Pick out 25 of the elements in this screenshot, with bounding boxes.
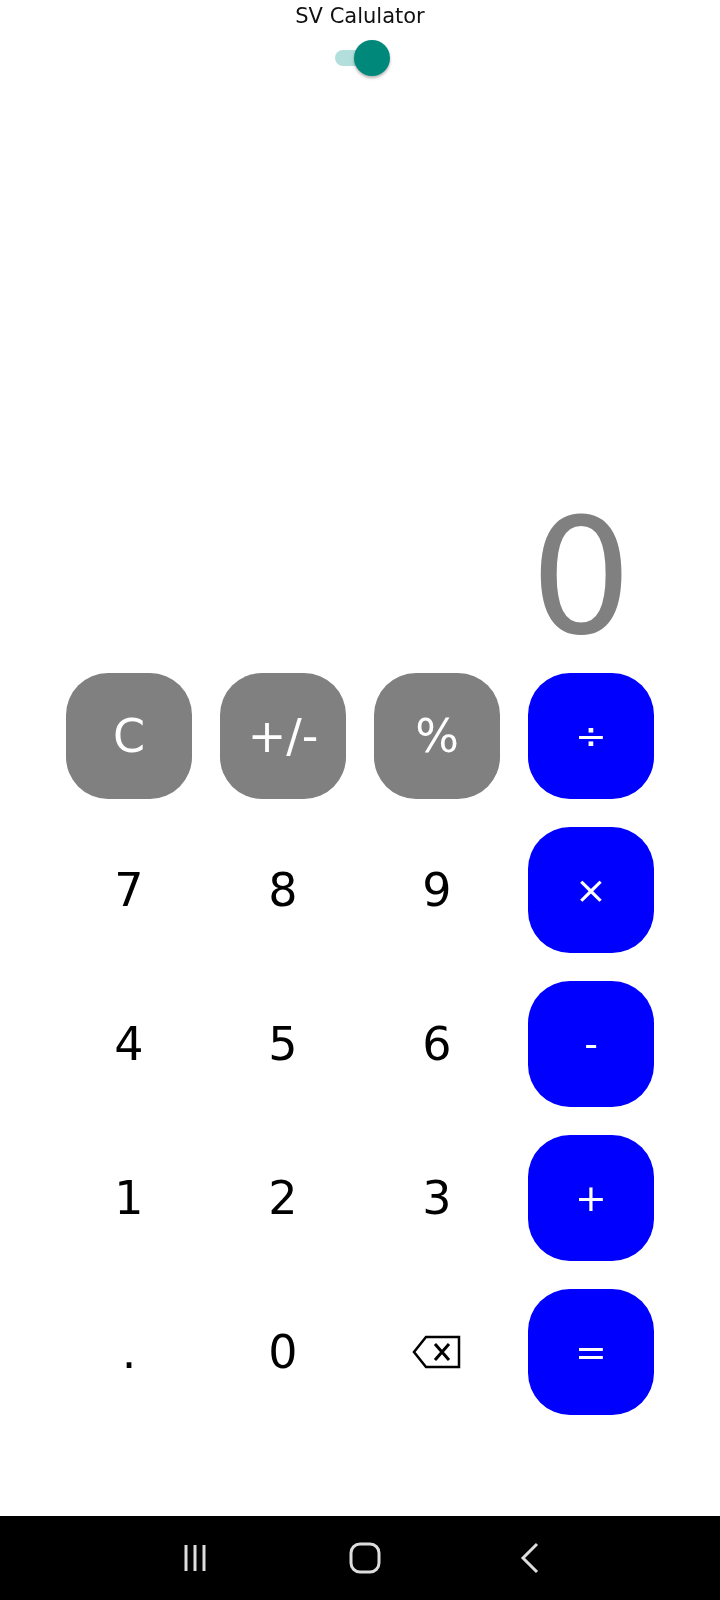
digit-key[interactable]: 3 [374,1135,500,1261]
function-key[interactable]: % [374,673,500,799]
operator-key[interactable]: + [528,1135,654,1261]
digit-key[interactable]: 0 [220,1289,346,1415]
digit-key[interactable]: 2 [220,1135,346,1261]
operator-key[interactable]: ÷ [528,673,654,799]
digit-key[interactable]: 6 [374,981,500,1107]
operator-key[interactable]: = [528,1289,654,1415]
digit-key[interactable]: 4 [66,981,192,1107]
operator-key[interactable]: × [528,827,654,953]
digit-key[interactable]: 5 [220,981,346,1107]
digit-key[interactable]: . [66,1289,192,1415]
backspace-icon [412,1335,462,1369]
function-key[interactable]: C [66,673,192,799]
toggle-switch[interactable] [333,39,391,77]
digit-key[interactable]: 1 [66,1135,192,1261]
home-icon[interactable] [349,1542,381,1574]
digit-key[interactable]: 9 [374,827,500,953]
digit-key[interactable]: 8 [220,827,346,953]
back-icon[interactable] [520,1542,541,1574]
digit-key[interactable]: 7 [66,827,192,953]
operator-key[interactable]: - [528,981,654,1107]
function-key[interactable]: +/- [220,673,346,799]
result-display: 0 [530,493,632,663]
app-title: SV Calulator [295,3,425,29]
